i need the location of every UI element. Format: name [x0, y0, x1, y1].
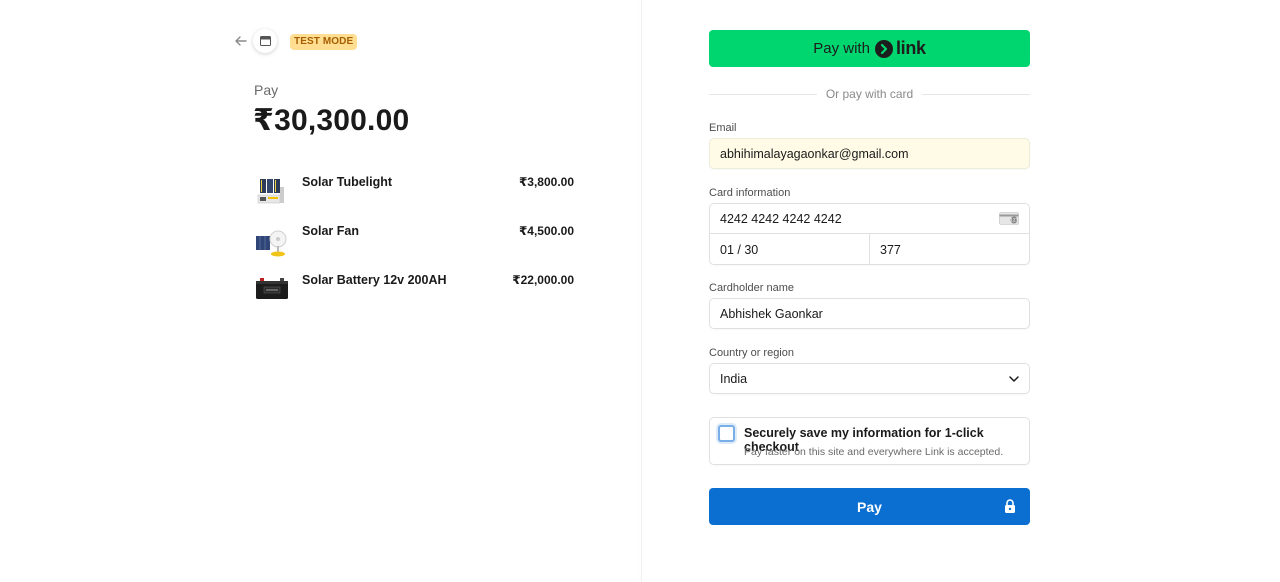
- save-info-option[interactable]: Securely save my information for 1-click…: [709, 417, 1030, 465]
- svg-text:123: 123: [1010, 218, 1018, 223]
- item-name: Solar Battery 12v 200AH: [302, 273, 447, 287]
- solar-battery-image: [256, 278, 288, 299]
- pay-button[interactable]: Pay: [709, 488, 1030, 525]
- pay-with-label: Pay with: [813, 40, 870, 57]
- solar-tubelight-image: [257, 179, 284, 204]
- card-number-value: 4242 4242 4242 4242: [720, 211, 842, 226]
- item-name: Solar Tubelight: [302, 175, 393, 189]
- cardholder-name-field[interactable]: Abhishek Gaonkar: [709, 298, 1030, 329]
- card-info-label: Card information: [709, 187, 791, 199]
- item-name: Solar Fan: [302, 224, 359, 238]
- pay-with-link-button[interactable]: Pay with link: [709, 30, 1030, 67]
- card-cvc-value: 377: [880, 242, 901, 257]
- pay-button-label: Pay: [857, 498, 882, 515]
- pay-label: Pay: [254, 82, 279, 98]
- solar-fan-image: [256, 230, 287, 257]
- country-label: Country or region: [709, 347, 794, 359]
- country-value: India: [720, 371, 748, 386]
- save-info-subtitle: Pay faster on this site and everywhere L…: [744, 446, 1004, 458]
- cardholder-label: Cardholder name: [709, 282, 794, 294]
- storefront-icon: [259, 36, 271, 46]
- store-icon[interactable]: [253, 29, 277, 53]
- line-item: Solar Battery 12v 200AH ₹22,000.00: [254, 273, 576, 313]
- total-amount: ₹30,300.00: [253, 104, 410, 137]
- or-divider: Or pay with card: [709, 86, 1030, 102]
- line-item: Solar Tubelight ₹3,800.00: [254, 175, 576, 215]
- card-expiry-field[interactable]: 01 / 30: [710, 234, 870, 265]
- save-info-checkbox[interactable]: [718, 425, 735, 442]
- line-item: Solar Fan ₹4,500.00: [254, 224, 576, 264]
- card-info-group: 4242 4242 4242 4242 VISA 01 / 30 377 123: [709, 203, 1030, 265]
- email-label: Email: [709, 122, 737, 134]
- card-cvc-field[interactable]: 377: [870, 234, 1029, 265]
- country-select[interactable]: India: [709, 363, 1030, 394]
- lock-icon: [1005, 499, 1015, 513]
- divider-line-right: [922, 94, 1030, 95]
- link-logo: link: [874, 38, 926, 59]
- item-price: ₹4,500.00: [518, 224, 574, 238]
- link-brand-text: link: [895, 38, 926, 58]
- item-price: ₹3,800.00: [518, 175, 574, 189]
- cvc-card-icon: 123: [999, 212, 1019, 225]
- order-summary-pane: TEST MODE Pay ₹30,300.00 Solar Tubelight…: [0, 0, 641, 582]
- back-arrow-icon[interactable]: [233, 33, 249, 49]
- item-price: ₹22,000.00: [512, 273, 574, 287]
- email-field[interactable]: abhihimalayagaonkar@gmail.com: [709, 138, 1030, 169]
- card-number-field[interactable]: 4242 4242 4242 4242: [710, 204, 1029, 234]
- card-expiry-value: 01 / 30: [720, 242, 759, 257]
- test-mode-badge: TEST MODE: [290, 34, 358, 50]
- link-chevron-icon: [874, 39, 893, 58]
- chevron-down-icon: [1009, 376, 1019, 382]
